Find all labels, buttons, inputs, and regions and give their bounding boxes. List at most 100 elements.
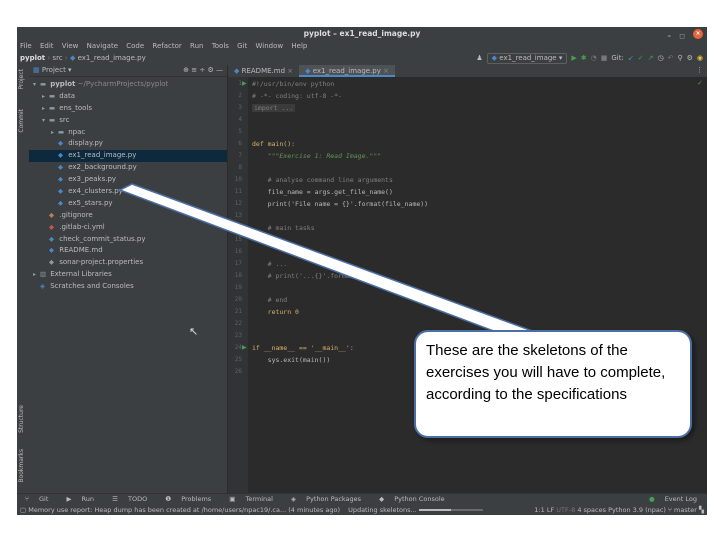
- project-tree-item[interactable]: ◆ sonar-project.properties: [29, 257, 227, 269]
- git-update-icon[interactable]: ↙: [628, 52, 634, 65]
- project-tree-item[interactable]: ◆ ex4_clusters.py: [29, 186, 227, 198]
- tool-tab-terminal[interactable]: ▣ Terminal: [225, 495, 277, 503]
- chevron-right-icon[interactable]: ▸: [33, 269, 40, 281]
- menu-view[interactable]: View: [62, 42, 79, 50]
- user-icon[interactable]: ♟: [476, 52, 482, 65]
- project-tree-item[interactable]: ◆ display.py: [29, 138, 227, 150]
- chevron-down-icon[interactable]: ▾: [33, 79, 40, 91]
- menu-file[interactable]: File: [20, 42, 32, 50]
- editor-tab[interactable]: ◆ README.md ×: [228, 65, 299, 77]
- caret-position[interactable]: 1:1: [534, 506, 544, 514]
- project-tree-item[interactable]: ◈ Scratches and Consoles: [29, 281, 227, 293]
- line-number: 25: [234, 356, 242, 363]
- tool-tab-todo[interactable]: ☰ TODO: [108, 495, 151, 503]
- gear-icon[interactable]: ⚙: [687, 52, 693, 65]
- project-tree-item[interactable]: ▸ ▬ npac: [29, 127, 227, 139]
- mouse-cursor-icon: ↖: [189, 325, 199, 338]
- menu-navigate[interactable]: Navigate: [87, 42, 118, 50]
- collapse-all-icon[interactable]: ≡: [191, 66, 197, 74]
- editor-tab-label: README.md: [241, 67, 286, 75]
- stop-icon[interactable]: ■: [601, 52, 608, 65]
- lock-icon[interactable]: ▚: [699, 506, 704, 514]
- python-interpreter[interactable]: Python 3.9 (npac): [608, 506, 666, 514]
- breadcrumb-folder[interactable]: src: [52, 54, 62, 62]
- close-icon[interactable]: ×: [693, 29, 703, 39]
- gear-icon[interactable]: ⚙: [207, 66, 213, 74]
- line-separator[interactable]: LF: [547, 506, 554, 514]
- status-message[interactable]: Memory use report: Heap dump has been cr…: [28, 506, 340, 514]
- project-tool-tab[interactable]: Project: [18, 69, 25, 90]
- tool-tab-problems[interactable]: ❶ Problems: [161, 495, 215, 503]
- background-task[interactable]: Updating skeletons...: [348, 506, 417, 514]
- search-icon[interactable]: ⚲: [677, 52, 682, 65]
- history-icon[interactable]: ◷: [657, 52, 663, 65]
- git-push-icon[interactable]: ↗: [648, 52, 654, 65]
- menu-edit[interactable]: Edit: [40, 42, 54, 50]
- run-icon[interactable]: ▶: [571, 52, 576, 65]
- project-tree-item[interactable]: ◆ check_commit_status.py: [29, 234, 227, 246]
- project-tree-item[interactable]: ▸ ▬ ens_tools: [29, 103, 227, 115]
- menu-run[interactable]: Run: [190, 42, 203, 50]
- tool-tab-git[interactable]: ⑂ Git: [21, 495, 52, 503]
- chevron-right-icon[interactable]: ▸: [42, 103, 49, 115]
- line-number: 13: [234, 212, 242, 219]
- project-tree-item[interactable]: ▾ ▬ pyplot ~/PycharmProjects/pyplot: [29, 79, 227, 91]
- line-number: 10: [234, 176, 242, 183]
- plugin-icon[interactable]: ◉: [697, 52, 703, 65]
- run-configuration-select[interactable]: ◆ ex1_read_image ▾: [486, 53, 568, 64]
- code-line: sys.exit(main()): [252, 356, 331, 364]
- inspection-ok-icon[interactable]: ✓: [697, 79, 703, 87]
- git-commit-icon[interactable]: ✓: [638, 52, 644, 65]
- menu-help[interactable]: Help: [291, 42, 307, 50]
- menu-refactor[interactable]: Refactor: [152, 42, 181, 50]
- project-tree-item[interactable]: ▾ ▬ src: [29, 115, 227, 127]
- project-tree-label: display.py: [68, 139, 103, 148]
- line-number: 4: [238, 116, 242, 123]
- project-tree-item[interactable]: ◆ ex3_peaks.py: [29, 174, 227, 186]
- hide-icon[interactable]: —: [216, 66, 223, 74]
- project-tree-item[interactable]: ◆ ex1_read_image.py: [29, 150, 227, 163]
- chevron-right-icon[interactable]: ▸: [42, 91, 49, 103]
- tool-tab-python-console[interactable]: ◆ Python Console: [375, 495, 448, 503]
- menu-tools[interactable]: Tools: [212, 42, 229, 50]
- menu-window[interactable]: Window: [256, 42, 284, 50]
- project-tree-item[interactable]: ▸ ▬ data: [29, 91, 227, 103]
- tab-menu-icon[interactable]: ⋮: [696, 66, 703, 74]
- coverage-icon[interactable]: ◔: [591, 52, 597, 65]
- git-branch[interactable]: master: [674, 506, 697, 514]
- run-gutter-icon[interactable]: ▶: [242, 344, 247, 351]
- indent-setting[interactable]: 4 spaces: [577, 506, 606, 514]
- menu-code[interactable]: Code: [126, 42, 144, 50]
- bookmarks-tool-tab[interactable]: Bookmarks: [18, 449, 25, 483]
- chevron-right-icon[interactable]: ▸: [51, 127, 58, 139]
- debug-icon[interactable]: ✱: [581, 52, 587, 65]
- close-tab-icon[interactable]: ×: [381, 67, 389, 75]
- event-log-button[interactable]: ● Event Log: [645, 494, 701, 505]
- project-panel-title[interactable]: Project: [42, 66, 66, 74]
- expand-icon[interactable]: ÷: [199, 66, 205, 74]
- editor-tab[interactable]: ◆ ex1_read_image.py ×: [299, 65, 395, 77]
- run-gutter-icon[interactable]: ▶: [242, 80, 247, 87]
- project-tree-item[interactable]: ▸ ▥ External Libraries: [29, 269, 227, 281]
- tool-tab-run[interactable]: ▶ Run: [62, 495, 98, 503]
- close-tab-icon[interactable]: ×: [285, 67, 293, 75]
- project-tree-item[interactable]: ◆ .gitignore: [29, 210, 227, 222]
- commit-tool-tab[interactable]: Commit: [18, 109, 25, 133]
- project-tree-item[interactable]: ◆ .gitlab-ci.yml: [29, 222, 227, 234]
- project-tree-item[interactable]: ◆ ex5_stars.py: [29, 198, 227, 210]
- breadcrumb-project[interactable]: pyplot: [20, 54, 45, 62]
- line-number: 5: [238, 128, 242, 135]
- project-tree-item[interactable]: ◆ ex2_background.py: [29, 162, 227, 174]
- structure-tool-tab[interactable]: Structure: [18, 405, 25, 433]
- tool-tab-python-packages[interactable]: ◈ Python Packages: [287, 495, 365, 503]
- project-tree-label: ex4_clusters.py: [68, 187, 123, 196]
- project-tree-label: pyplot: [50, 80, 76, 88]
- line-number: 19: [234, 284, 242, 291]
- breadcrumb-file[interactable]: ex1_read_image.py: [78, 54, 146, 62]
- rollback-icon[interactable]: ↶: [668, 52, 674, 65]
- chevron-down-icon[interactable]: ▾: [42, 115, 49, 127]
- menu-git[interactable]: Git: [237, 42, 247, 50]
- locate-icon[interactable]: ⊕: [183, 66, 189, 74]
- file-encoding[interactable]: UTF-8: [556, 506, 575, 514]
- project-tree-item[interactable]: ◆ README.md: [29, 245, 227, 257]
